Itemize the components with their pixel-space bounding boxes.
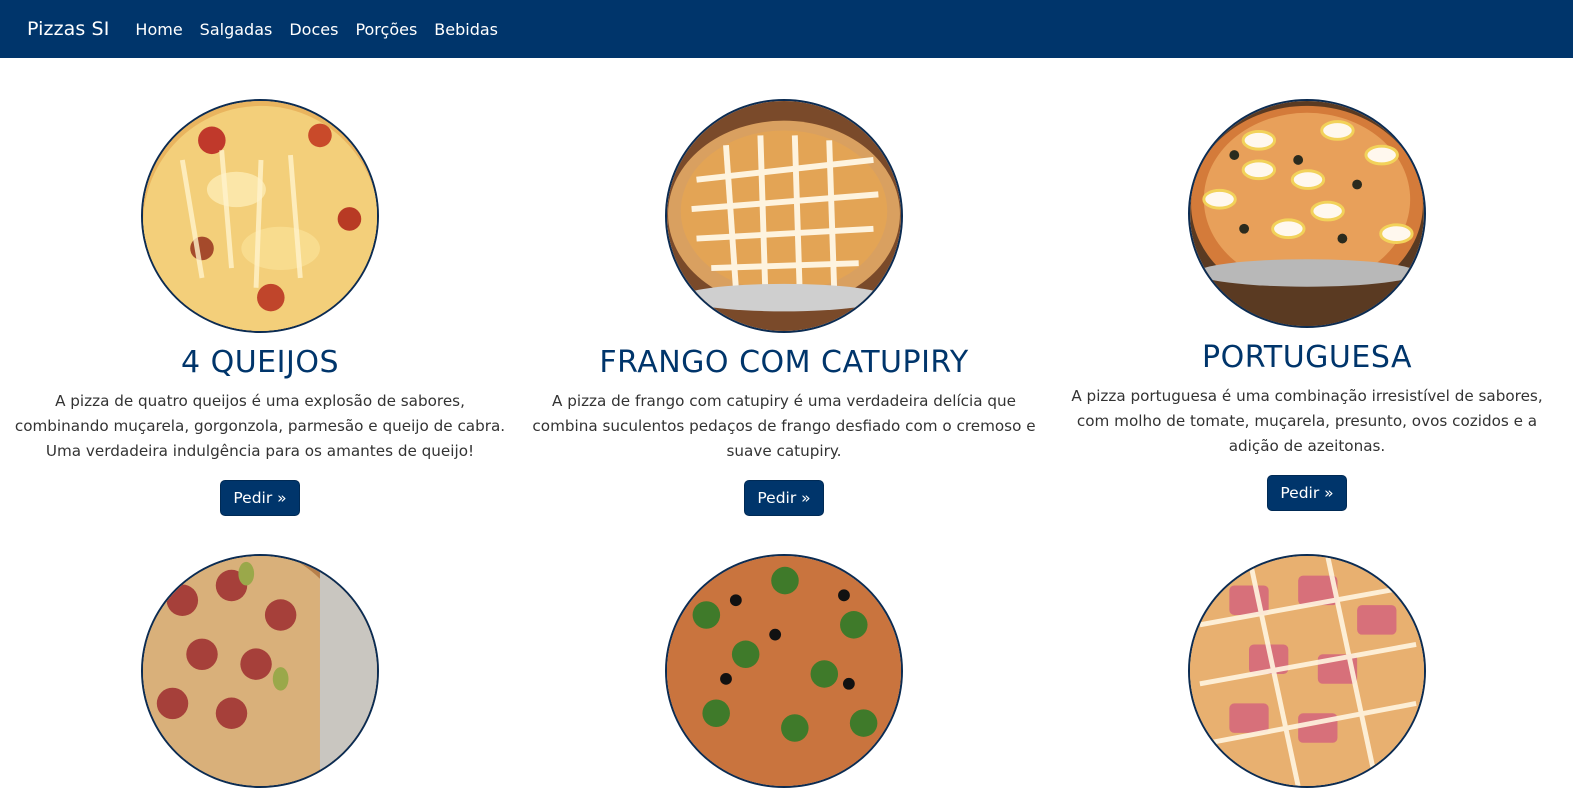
- pizza-presunto-image: [1188, 554, 1426, 788]
- product-description: A pizza portuguesa é uma combinação irre…: [1071, 387, 1543, 455]
- product-card-4-queijos: 4 QUEIJOS A pizza de quatro queijos é um…: [0, 99, 522, 516]
- order-button-frango-catupiry[interactable]: Pedir »: [744, 480, 824, 516]
- pizza-calabresa-photo: [143, 556, 377, 786]
- nav-link-doces[interactable]: Doces: [289, 20, 338, 39]
- nav-link-porcoes[interactable]: Porções: [355, 20, 417, 39]
- order-button-4-queijos[interactable]: Pedir »: [220, 480, 300, 516]
- nav-link-salgadas[interactable]: Salgadas: [200, 20, 273, 39]
- pizza-4-queijos-photo: [143, 101, 377, 331]
- pizza-calabresa-image: [141, 554, 379, 788]
- brand-logo-text[interactable]: Pizzas SI: [27, 18, 109, 40]
- product-card-row2-1: [0, 554, 522, 788]
- product-title: 4 QUEIJOS: [180, 345, 339, 380]
- product-card-row2-3: [1045, 554, 1569, 788]
- nav-link-bebidas[interactable]: Bebidas: [434, 20, 498, 39]
- top-navbar: Pizzas SI Home Salgadas Doces Porções Be…: [0, 0, 1573, 58]
- pizza-portuguesa-photo: [1190, 101, 1424, 326]
- pizza-frango-catupiry-image: [665, 99, 903, 333]
- product-description: A pizza de frango com catupiry é uma ver…: [532, 392, 1036, 460]
- pizza-4-queijos-image: [141, 99, 379, 333]
- order-button-portuguesa[interactable]: Pedir »: [1267, 475, 1347, 511]
- pizza-portuguesa-image: [1188, 99, 1426, 328]
- product-card-row2-2: [522, 554, 1046, 788]
- pizza-frango-catupiry-photo: [667, 101, 901, 331]
- product-description: A pizza de quatro queijos é uma explosão…: [14, 392, 506, 460]
- nav-links: Home Salgadas Doces Porções Bebidas: [135, 20, 498, 39]
- product-card-frango-catupiry: FRANGO COM CATUPIRY A pizza de frango co…: [522, 99, 1046, 516]
- pizza-brocolis-image: [665, 554, 903, 788]
- product-title: FRANGO COM CATUPIRY: [599, 345, 969, 380]
- nav-link-home[interactable]: Home: [135, 20, 182, 39]
- product-card-portuguesa: PORTUGUESA A pizza portuguesa é uma comb…: [1045, 99, 1569, 511]
- product-title: PORTUGUESA: [1202, 340, 1412, 375]
- pizza-presunto-photo: [1190, 556, 1424, 786]
- pizza-brocolis-photo: [667, 556, 901, 786]
